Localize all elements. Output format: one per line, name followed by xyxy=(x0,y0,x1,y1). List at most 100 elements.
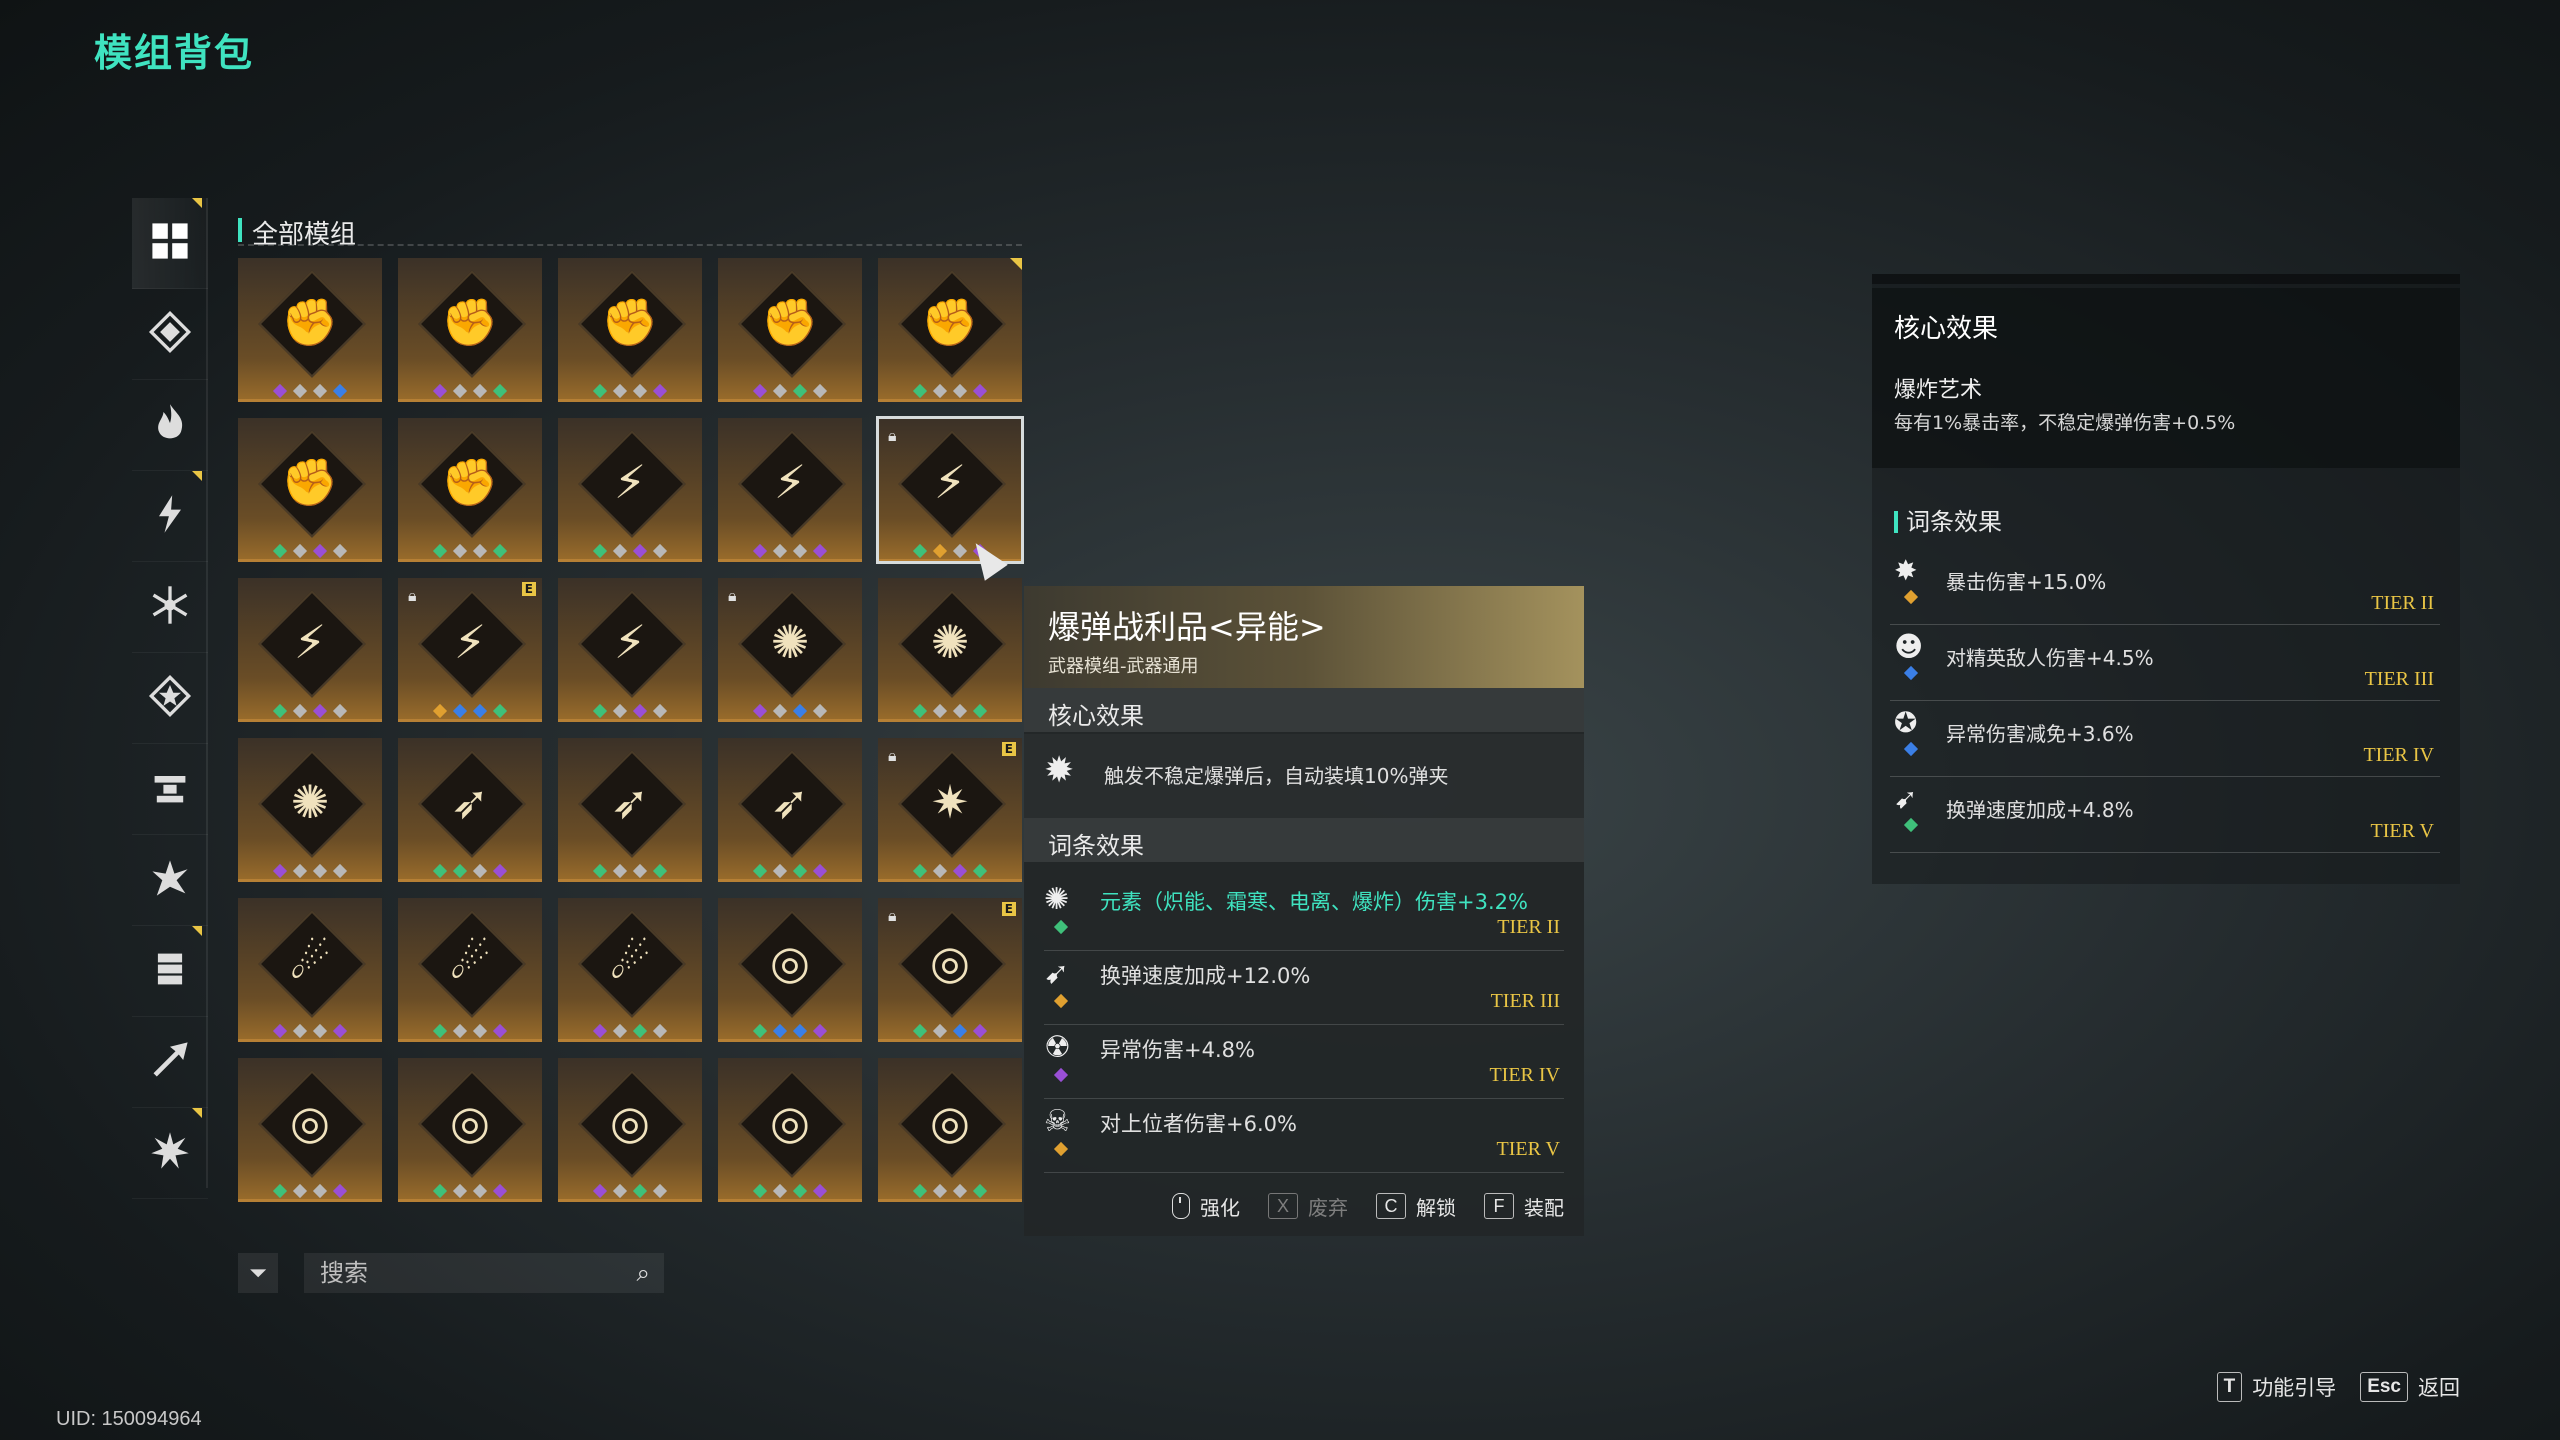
gem-gray xyxy=(312,383,328,399)
sidebar-category-burst[interactable] xyxy=(132,835,208,926)
lock-icon: 🔒︎ xyxy=(888,906,897,925)
rarity-gems xyxy=(558,1183,702,1199)
action-f-button[interactable]: F 装配 xyxy=(1484,1192,1564,1221)
affix-text: 异常伤害减免+3.6% xyxy=(1946,722,2134,746)
module-icon: ➶ xyxy=(450,775,490,829)
module-tile[interactable]: ✊ xyxy=(878,258,1022,402)
gem-gray xyxy=(932,703,948,719)
module-tile[interactable]: ☄ xyxy=(398,898,542,1042)
gem-gray xyxy=(772,863,788,879)
module-tile[interactable]: ✊ xyxy=(238,258,382,402)
gem-green xyxy=(272,543,288,559)
sidebar-category-diamond[interactable] xyxy=(132,289,208,380)
mouse-icon xyxy=(1172,1193,1190,1219)
module-tile[interactable]: ✊ xyxy=(398,258,542,402)
sidebar-category-fire[interactable] xyxy=(132,380,208,471)
gem-gray xyxy=(812,703,828,719)
filter-button[interactable]: ⏷ xyxy=(238,1253,278,1293)
back-button[interactable]: Esc 返回 xyxy=(2360,1372,2460,1402)
rarity-gems xyxy=(878,1183,1022,1199)
gem-blue xyxy=(1903,741,1919,757)
module-tile[interactable]: ➶ xyxy=(398,738,542,882)
action-c-button[interactable]: C 解锁 xyxy=(1376,1192,1456,1221)
gem-gray xyxy=(652,703,668,719)
search-input[interactable] xyxy=(318,1257,612,1289)
affix-tier: TIER V xyxy=(2370,820,2434,842)
module-tile[interactable]: ◎ 🔒︎ E xyxy=(878,898,1022,1042)
gem-green xyxy=(912,543,928,559)
affix-tier: TIER II xyxy=(1497,916,1560,938)
rarity-gems xyxy=(238,543,382,559)
sidebar-category-arrow[interactable] xyxy=(132,1017,208,1108)
module-icon: ☄ xyxy=(289,935,331,989)
sidebar-category-snowflake[interactable] xyxy=(132,562,208,653)
module-tile[interactable]: ◎ xyxy=(398,1058,542,1202)
affix-text: 异常伤害+4.8% xyxy=(1100,1038,1255,1062)
affix-text: 暴击伤害+15.0% xyxy=(1946,570,2107,594)
lock-icon: 🔒︎ xyxy=(728,586,737,605)
module-tile[interactable]: ✺ 🔒︎ xyxy=(718,578,862,722)
action-x-button[interactable]: X 废弃 xyxy=(1268,1192,1348,1221)
affix-row: ☠ 对上位者伤害+6.0% TIER V xyxy=(1044,1098,1564,1173)
key-esc: Esc xyxy=(2360,1372,2408,1402)
module-tile[interactable]: ⚡ xyxy=(558,418,702,562)
module-tile[interactable]: ✺ xyxy=(238,738,382,882)
guide-button[interactable]: T 功能引导 xyxy=(2216,1372,2336,1402)
module-tile[interactable]: ☄ xyxy=(238,898,382,1042)
gem-gray xyxy=(452,1183,468,1199)
action-upgrade-button[interactable]: 强化 xyxy=(1172,1192,1240,1221)
gem-gray xyxy=(652,1183,668,1199)
gem-purple xyxy=(812,1023,828,1039)
module-tile[interactable]: ✊ xyxy=(398,418,542,562)
module-tile[interactable]: ⚡ xyxy=(238,578,382,722)
search-icon[interactable]: ⌕ xyxy=(637,1259,650,1287)
module-tile[interactable]: ◎ xyxy=(558,1058,702,1202)
sidebar-category-ammo[interactable] xyxy=(132,926,208,1017)
module-tile[interactable]: ⚡ 🔒︎ xyxy=(876,416,1024,564)
module-tile[interactable]: ⚡ xyxy=(718,418,862,562)
module-icon: ✊ xyxy=(281,455,339,509)
module-tile[interactable]: ◎ xyxy=(718,1058,862,1202)
affix-row: ☢ 异常伤害+4.8% TIER IV xyxy=(1044,1024,1564,1099)
key-t: T xyxy=(2216,1372,2243,1402)
module-tile[interactable]: ✷ 🔒︎ E xyxy=(878,738,1022,882)
module-tile[interactable]: ✊ xyxy=(558,258,702,402)
sidebar-category-grid[interactable] xyxy=(132,198,208,289)
action-label: 装配 xyxy=(1524,1195,1564,1220)
gem-purple xyxy=(972,383,988,399)
module-tile[interactable]: ✺ xyxy=(878,578,1022,722)
module-icon: ◎ xyxy=(289,1095,331,1149)
gem-gray xyxy=(952,1183,968,1199)
sidebar-category-lightning[interactable] xyxy=(132,471,208,562)
gem-green xyxy=(592,543,608,559)
gem-gray xyxy=(292,543,308,559)
sidebar-category-anvil[interactable] xyxy=(132,744,208,835)
gem-green xyxy=(492,543,508,559)
module-tile[interactable]: ⚡ xyxy=(558,578,702,722)
module-icon: ✊ xyxy=(761,295,819,349)
module-icon: ⚡ xyxy=(933,455,967,509)
module-tile[interactable]: ➶ xyxy=(718,738,862,882)
module-tile[interactable]: ✊ xyxy=(238,418,382,562)
module-name: 爆弹战利品<异能> xyxy=(1048,608,1326,646)
gem-purple xyxy=(1053,1067,1069,1083)
gem-orange xyxy=(1053,993,1069,1009)
module-tile[interactable]: ◎ xyxy=(718,898,862,1042)
module-tile[interactable]: ☄ xyxy=(558,898,702,1042)
gem-purple xyxy=(272,1023,288,1039)
module-tile[interactable]: ✊ xyxy=(718,258,862,402)
module-tile[interactable]: ◎ xyxy=(878,1058,1022,1202)
module-tile[interactable]: ➶ xyxy=(558,738,702,882)
module-icon: ◎ xyxy=(449,1095,491,1149)
module-tile[interactable]: ⚡ 🔒︎ E xyxy=(398,578,542,722)
grid-icon xyxy=(148,219,192,267)
sidebar-category-explosion[interactable] xyxy=(132,1108,208,1199)
module-tile[interactable]: ◎ xyxy=(238,1058,382,1202)
sidebar-category-star-emblem[interactable] xyxy=(132,653,208,744)
rarity-gems xyxy=(878,703,1022,719)
gem-gray xyxy=(792,543,808,559)
rarity-gems xyxy=(558,1023,702,1039)
elite-icon: ☻ xyxy=(1894,630,1924,663)
module-icon: ⚡ xyxy=(293,615,327,669)
gem-gray xyxy=(772,703,788,719)
